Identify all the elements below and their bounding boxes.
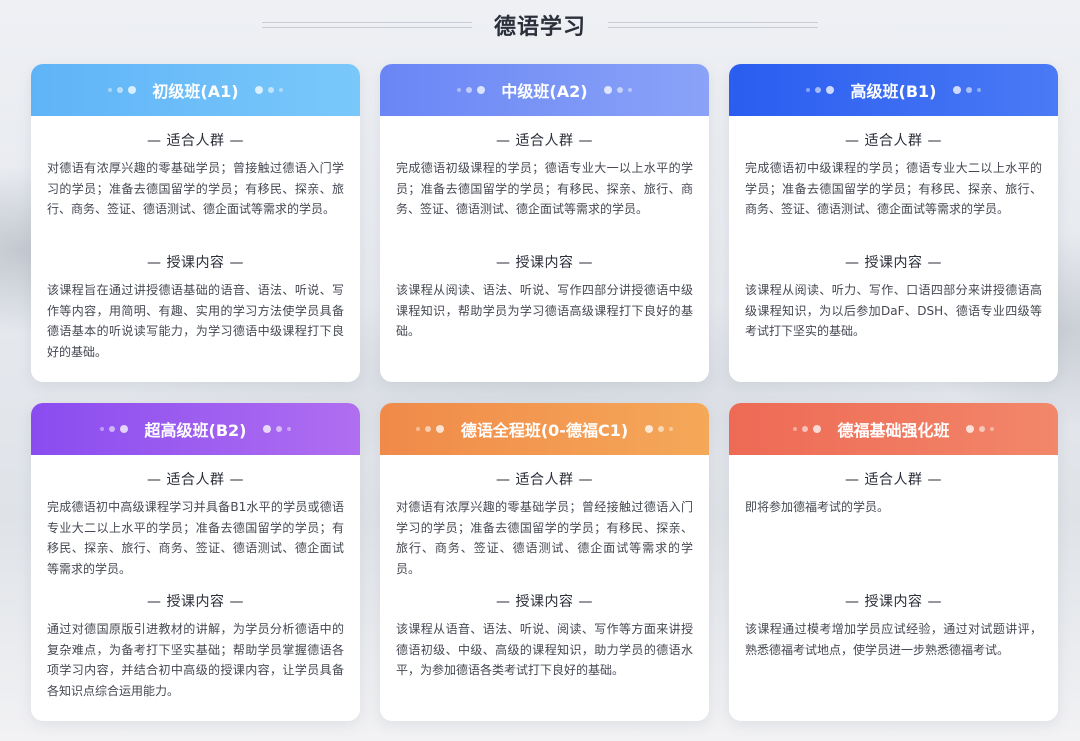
audience-text: 对德语有浓厚兴趣的零基础学员；曾接触过德语入门学习的学员；准备去德国留学的学员；… [47,161,344,216]
course-card-a2[interactable]: 中级班(A2) — 适合人群 — 完成德语初级课程的学员；德语专业大一以上水平的… [380,64,709,382]
card-title: 高级班(B1) [850,82,937,101]
audience-heading: — 适合人群 — [496,133,593,149]
dots-left-icon [414,425,447,433]
dots-left-icon [105,86,138,94]
dots-right-icon [950,86,983,94]
page-title: 德语学习 [493,15,586,40]
dots-left-icon [98,425,131,433]
dots-right-icon [964,425,997,433]
audience-heading: — 适合人群 — [845,133,942,149]
content-text: 通过对德国原版引进教材的讲解，为学员分析德语中的复杂难点，为备考打下坚实基础；帮… [47,622,344,698]
content-heading: — 授课内容 — [845,594,942,610]
card-header: 德福基础强化班 [729,403,1058,455]
card-header: 中级班(A2) [380,64,709,116]
dots-right-icon [642,425,675,433]
card-title: 初级班(A1) [152,82,239,101]
page-header: 德语学习 [0,0,1080,50]
dots-right-icon [253,86,286,94]
card-header: 超高级班(B2) [31,403,360,455]
course-card-b1[interactable]: 高级班(B1) — 适合人群 — 完成德语初中级课程的学员；德语专业大二以上水平… [729,64,1058,382]
card-title: 中级班(A2) [501,82,588,101]
header-divider-right [608,22,818,28]
audience-text: 完成德语初中高级课程学习并具备B1水平的学员或德语专业大二以上水平的学员；准备去… [47,500,344,576]
audience-text: 对德语有浓厚兴趣的零基础学员；曾经接触过德语入门学习的学员；准备去德国留学的学员… [396,500,693,576]
content-text: 该课程从阅读、听力、写作、口语四部分来讲授德语高级课程知识，为以后参加DaF、D… [745,283,1042,338]
audience-text: 完成德语初中级课程的学员；德语专业大二以上水平的学员；准备去德国留学的学员；有移… [745,161,1042,216]
content-text: 该课程从语音、语法、听说、阅读、写作等方面来讲授德语初级、中级、高级的课程知识，… [396,622,693,677]
content-heading: — 授课内容 — [496,594,593,610]
header-divider-left [261,22,472,28]
card-header: 高级班(B1) [729,64,1058,116]
dots-left-icon [804,86,837,94]
content-text: 该课程旨在通过讲授德语基础的语音、语法、听说、写作等内容，用简明、有趣、实用的学… [47,283,344,359]
audience-text: 即将参加德福考试的学员。 [745,500,890,514]
card-header: 德语全程班(0-德福C1) [380,403,709,455]
content-text: 该课程从阅读、语法、听说、写作四部分讲授德语中级课程知识，帮助学员为学习德语高级… [396,283,693,338]
content-heading: — 授课内容 — [147,255,244,271]
audience-heading: — 适合人群 — [845,472,942,488]
course-card-b2[interactable]: 超高级班(B2) — 适合人群 — 完成德语初中高级课程学习并具备B1水平的学员… [31,403,360,721]
content-text: 该课程通过模考增加学员应试经验，通过对试题讲评，熟悉德福考试地点，使学员进一步熟… [745,622,1042,657]
card-title: 德福基础强化班 [837,421,950,440]
audience-heading: — 适合人群 — [147,133,244,149]
dots-left-icon [790,425,823,433]
audience-heading: — 适合人群 — [147,472,244,488]
dots-right-icon [602,86,635,94]
card-title: 超高级班(B2) [144,421,247,440]
content-heading: — 授课内容 — [147,594,244,610]
content-heading: — 授课内容 — [845,255,942,271]
content-heading: — 授课内容 — [496,255,593,271]
course-card-full[interactable]: 德语全程班(0-德福C1) — 适合人群 — 对德语有浓厚兴趣的零基础学员；曾经… [380,403,709,721]
course-card-a1[interactable]: 初级班(A1) — 适合人群 — 对德语有浓厚兴趣的零基础学员；曾接触过德语入门… [31,64,360,382]
course-card-testdaf[interactable]: 德福基础强化班 — 适合人群 — 即将参加德福考试的学员。 — 授课内容 — 该… [729,403,1058,721]
card-header: 初级班(A1) [31,64,360,116]
card-title: 德语全程班(0-德福C1) [460,421,629,440]
dots-left-icon [454,86,487,94]
audience-text: 完成德语初级课程的学员；德语专业大一以上水平的学员；准备去德国留学的学员；有移民… [396,161,693,216]
dots-right-icon [260,425,293,433]
audience-heading: — 适合人群 — [496,472,593,488]
